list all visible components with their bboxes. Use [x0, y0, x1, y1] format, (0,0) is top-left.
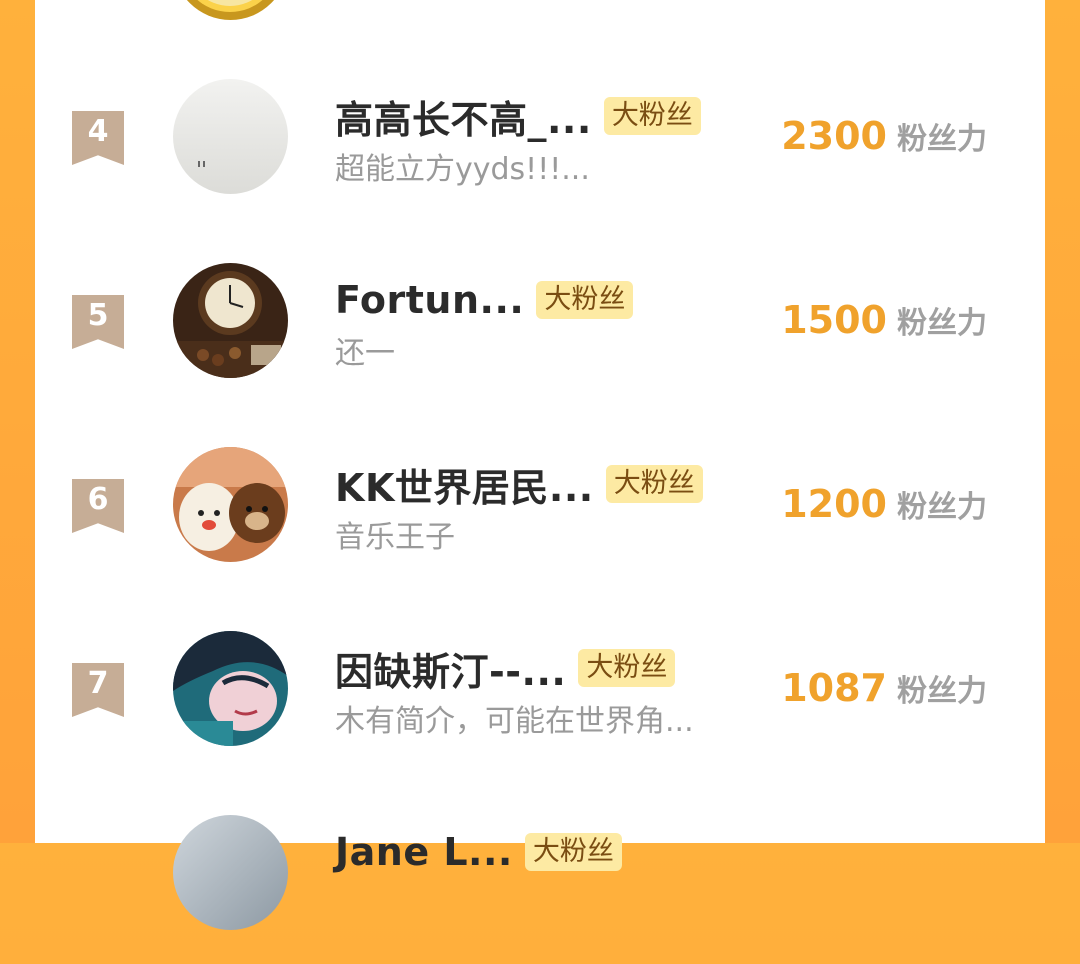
user-bio: 木有简介，可能在世界角... — [335, 704, 694, 739]
fan-badge: 大粉丝 — [536, 281, 634, 319]
rank-ribbon: 5 — [72, 295, 124, 349]
fan-badge: 大粉丝 — [524, 833, 622, 871]
fan-ranking-panel: 4 高高长不高_... 大粉丝 超能立方yyds!!!... 2300 粉丝力 … — [35, 0, 1045, 930]
list-item[interactable]: 4 高高长不高_... 大粉丝 超能立方yyds!!!... 2300 粉丝力 — [35, 44, 1045, 228]
list-item[interactable]: 6 KK世界居民... 大粉丝 音乐王子 1200 粉丝力 — [35, 412, 1045, 596]
fan-power-value: 1087 — [781, 666, 887, 710]
fan-badge: 大粉丝 — [605, 465, 703, 503]
user-bio: 还一 — [335, 336, 395, 371]
avatar[interactable] — [173, 631, 288, 746]
fan-power-value: 2300 — [781, 114, 887, 158]
avatar[interactable] — [173, 447, 288, 562]
fan-badge: 大粉丝 — [578, 649, 676, 687]
user-name: Jane L... — [335, 830, 513, 874]
fan-power-unit: 粉丝力 — [897, 122, 987, 157]
list-item[interactable]: 7 因缺斯汀--... 大粉丝 木有简介，可能在世界角... 1087 粉丝力 — [35, 596, 1045, 780]
fan-power-unit: 粉丝力 — [897, 490, 987, 525]
rank-ribbon: 7 — [72, 663, 124, 717]
user-name: KK世界居民... — [335, 465, 594, 510]
fan-power-unit: 粉丝力 — [897, 674, 987, 709]
fan-power-value: 1200 — [781, 482, 887, 526]
list-item[interactable]: Jane L... 大粉丝 — [35, 780, 1045, 964]
user-name: 因缺斯汀--... — [335, 649, 567, 694]
rank-ribbon: 6 — [72, 479, 124, 533]
user-bio: 音乐王子 — [335, 520, 455, 555]
user-name: 高高长不高_... — [335, 97, 592, 142]
fan-power: 1200 粉丝力 — [781, 482, 987, 532]
list-item[interactable]: 5 Fortun... 大粉丝 还一 1500 粉丝力 — [35, 228, 1045, 412]
avatar[interactable] — [173, 79, 288, 194]
user-bio: 超能立方yyds!!!... — [335, 152, 590, 187]
fan-power: 1087 粉丝力 — [781, 666, 987, 716]
fan-badge: 大粉丝 — [603, 97, 701, 135]
fan-power-value: 1500 — [781, 298, 887, 342]
fan-power: 1500 粉丝力 — [781, 298, 987, 348]
rank-ribbon: 4 — [72, 111, 124, 165]
avatar[interactable] — [173, 263, 288, 378]
fan-power: 2300 粉丝力 — [781, 114, 987, 164]
avatar-clock-partial[interactable] — [173, 0, 288, 20]
avatar[interactable] — [173, 815, 288, 930]
fan-power-unit: 粉丝力 — [897, 306, 987, 341]
user-name: Fortun... — [335, 278, 525, 322]
